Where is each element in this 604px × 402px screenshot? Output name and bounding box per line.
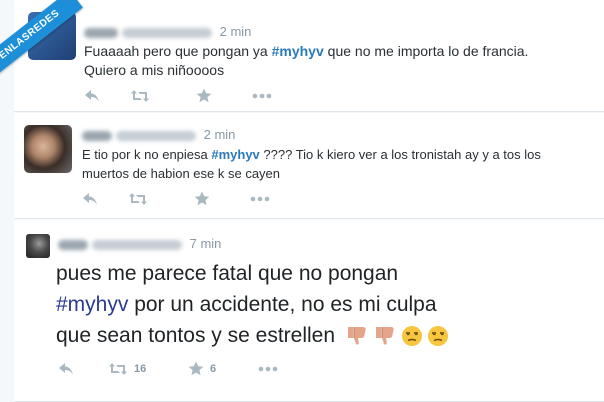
avatar[interactable] <box>24 125 72 173</box>
tweet-header: 2 min <box>84 24 251 39</box>
tweet-text-part: Quiero a mis niñoooos <box>84 62 225 78</box>
user-name-redacted[interactable] <box>82 130 112 141</box>
timeline: 2 min Fuaaaah pero que pongan ya #myhyv … <box>14 0 604 402</box>
tweet-text-part: Fuaaaah pero que pongan ya <box>84 43 272 59</box>
hashtag-link[interactable]: #myhyv <box>211 147 259 162</box>
reply-button[interactable] <box>58 362 108 376</box>
retweet-button[interactable] <box>130 89 196 103</box>
tweet-text-part: que sean tontos y se estrellen <box>56 324 336 347</box>
reply-icon <box>59 362 73 375</box>
tweet-header: 2 min <box>82 127 235 142</box>
user-handle-redacted[interactable] <box>122 27 212 38</box>
reply-button[interactable] <box>82 192 128 206</box>
more-button[interactable] <box>258 366 278 372</box>
tweet-text-part: muertos de habion ese k se cayen <box>82 166 281 181</box>
reply-button[interactable] <box>84 89 130 103</box>
favorite-icon <box>194 191 210 206</box>
retweet-icon <box>131 89 149 102</box>
more-icon <box>258 366 278 371</box>
tweet[interactable]: 7 min pues me parece fatal que no pongan… <box>14 220 604 402</box>
more-icon <box>252 93 272 98</box>
favorite-count: 6 <box>210 362 217 375</box>
tweet-header: 7 min <box>58 236 221 251</box>
more-button[interactable] <box>252 93 272 99</box>
retweet-button[interactable]: 16 <box>108 362 188 376</box>
thumbs-down-emoji <box>347 327 366 345</box>
more-icon <box>250 196 270 201</box>
thumbs-down-emoji <box>375 327 394 345</box>
timestamp[interactable]: 7 min <box>190 236 222 251</box>
retweet-count: 16 <box>134 362 147 375</box>
favorite-button[interactable] <box>196 88 252 103</box>
favorite-icon <box>196 88 212 103</box>
tweet-text: E tio por k no enpiesa #myhyv ???? Tio k… <box>82 145 602 183</box>
user-handle-redacted[interactable] <box>116 130 196 141</box>
unamused-emoji <box>401 326 422 346</box>
tweet-text-part: ???? Tio k kiero ver a los tronistah ay … <box>259 147 541 162</box>
hashtag-link[interactable]: #myhyv <box>272 43 324 59</box>
tweet-text-part: por un accidente, no es mi culpa <box>128 293 437 316</box>
timestamp[interactable]: 2 min <box>204 127 236 142</box>
avatar[interactable] <box>26 234 50 258</box>
reply-icon <box>83 192 97 205</box>
retweet-icon <box>129 192 147 205</box>
retweet-icon <box>109 362 127 375</box>
tweet-actions <box>84 88 272 103</box>
tweet-text-part: pues me parece fatal que no pongan <box>56 262 399 285</box>
tweet-actions <box>82 191 270 206</box>
tweet-text-part: que no me importa lo de francia. <box>323 43 529 59</box>
more-button[interactable] <box>250 196 270 202</box>
retweet-button[interactable] <box>128 192 194 206</box>
favorite-button[interactable] <box>194 191 250 206</box>
user-name-redacted[interactable] <box>84 27 118 38</box>
favorite-button[interactable]: 6 <box>188 361 258 376</box>
tweet-text: pues me parece fatal que no pongan #myhy… <box>56 258 596 351</box>
timestamp[interactable]: 2 min <box>220 24 252 39</box>
avatar[interactable] <box>28 12 76 60</box>
tweet-actions: 16 6 <box>58 361 278 376</box>
unamused-emoji <box>427 326 448 346</box>
tweet-text-part: E tio por k no enpiesa <box>82 147 212 162</box>
tweet[interactable]: 2 min E tio por k no enpiesa #myhyv ????… <box>14 113 604 219</box>
user-name-redacted[interactable] <box>58 239 88 250</box>
user-handle-redacted[interactable] <box>92 239 182 250</box>
hashtag-link[interactable]: #myhyv <box>56 293 128 316</box>
tweet-text: Fuaaaah pero que pongan ya #myhyv que no… <box>84 42 584 80</box>
tweet[interactable]: 2 min Fuaaaah pero que pongan ya #myhyv … <box>14 0 604 112</box>
favorite-icon <box>188 361 204 376</box>
reply-icon <box>85 89 99 102</box>
